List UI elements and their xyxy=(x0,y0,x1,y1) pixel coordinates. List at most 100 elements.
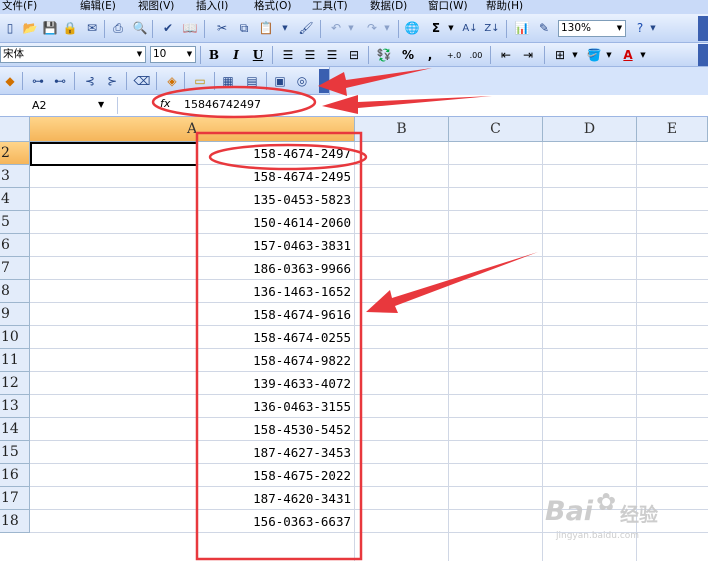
cell-a-value[interactable]: 157-0463-3831 xyxy=(198,234,353,257)
cell-a-value[interactable]: 150-4614-2060 xyxy=(198,211,353,234)
save-icon[interactable]: 💾 xyxy=(40,18,60,38)
align-right-icon[interactable]: ☰ xyxy=(322,45,342,65)
align-left-icon[interactable]: ☰ xyxy=(278,45,298,65)
active-cell-a2[interactable] xyxy=(30,142,198,166)
help-icon[interactable]: ? xyxy=(630,18,650,38)
insert-function-icon[interactable]: fx xyxy=(160,97,170,110)
remove-dependent-arrows-icon[interactable]: ⊱ xyxy=(102,71,122,91)
menu-format[interactable]: 格式(O) xyxy=(254,0,291,13)
chevron-down-icon[interactable]: ▼ xyxy=(134,47,145,62)
row-header[interactable]: 16 xyxy=(0,464,30,487)
menu-tools[interactable]: 工具(T) xyxy=(312,0,348,13)
cell-a-value[interactable]: 187-4627-3453 xyxy=(198,441,353,464)
row-header[interactable]: 15 xyxy=(0,441,30,464)
research-icon[interactable]: 📖 xyxy=(180,18,200,38)
merge-center-icon[interactable]: ⊟ xyxy=(344,45,364,65)
trace-error-icon[interactable]: ◈ xyxy=(162,71,182,91)
borders-dropdown-icon[interactable]: ▼ xyxy=(570,45,580,65)
new-comment-icon[interactable]: ▭ xyxy=(190,71,210,91)
row-header[interactable]: 6 xyxy=(0,234,30,257)
cell-a-value[interactable]: 158-4675-2022 xyxy=(198,464,353,487)
currency-icon[interactable]: 💱 xyxy=(374,45,394,65)
row-header[interactable]: 11 xyxy=(0,349,30,372)
font-size-select[interactable]: 10 ▼ xyxy=(150,46,196,63)
row-header[interactable]: 9 xyxy=(0,303,30,326)
cell-a-value[interactable]: 187-4620-3431 xyxy=(198,487,353,510)
paste-dropdown-icon[interactable]: ▼ xyxy=(280,18,290,38)
row-header[interactable]: 4 xyxy=(0,188,30,211)
column-header-a[interactable]: A xyxy=(30,117,355,142)
column-header-d[interactable]: D xyxy=(543,117,637,142)
trace-precedents-icon[interactable]: ⊶ xyxy=(28,71,48,91)
column-header-e[interactable]: E xyxy=(637,117,708,142)
new-icon[interactable]: ▯ xyxy=(0,18,20,38)
column-header-c[interactable]: C xyxy=(449,117,543,142)
chart-wizard-icon[interactable]: 📊 xyxy=(512,18,532,38)
cell-a-value[interactable]: 139-4633-4072 xyxy=(198,372,353,395)
chevron-down-icon[interactable]: ▼ xyxy=(98,100,104,109)
italic-button[interactable]: I xyxy=(226,45,246,65)
spelling-icon[interactable]: ✔ xyxy=(158,18,178,38)
open-icon[interactable]: 📂 xyxy=(20,18,40,38)
comma-button[interactable]: , xyxy=(420,45,440,65)
watch-window-icon[interactable]: ▣ xyxy=(270,71,290,91)
column-header-b[interactable]: B xyxy=(355,117,449,142)
autosum-icon[interactable]: Σ xyxy=(426,18,446,38)
decrease-decimal-icon[interactable]: .00 xyxy=(466,45,486,65)
row-header[interactable]: 10 xyxy=(0,326,30,349)
increase-indent-icon[interactable]: ⇥ xyxy=(518,45,538,65)
autosum-dropdown-icon[interactable]: ▼ xyxy=(446,18,456,38)
cell-a-value[interactable]: 158-4674-0255 xyxy=(198,326,353,349)
row-header[interactable]: 2 xyxy=(0,142,30,165)
align-center-icon[interactable]: ☰ xyxy=(300,45,320,65)
print-icon[interactable]: ⎙ xyxy=(108,18,128,38)
row-header[interactable]: 14 xyxy=(0,418,30,441)
paste-icon[interactable]: 📋 xyxy=(256,18,276,38)
remove-all-arrows-icon[interactable]: ⌫ xyxy=(132,71,152,91)
row-header[interactable]: 13 xyxy=(0,395,30,418)
undo-icon[interactable]: ↶ xyxy=(326,18,346,38)
row-header[interactable]: 8 xyxy=(0,280,30,303)
print-preview-icon[interactable]: 🔍 xyxy=(130,18,150,38)
font-name-select[interactable]: 宋体 ▼ xyxy=(0,46,146,63)
cell-a-value[interactable]: 136-1463-1652 xyxy=(198,280,353,303)
menu-edit[interactable]: 编辑(E) xyxy=(80,0,116,13)
bold-button[interactable]: B xyxy=(204,45,224,65)
font-color-icon[interactable]: A xyxy=(618,45,638,65)
cell-a-value[interactable]: 158-4674-9616 xyxy=(198,303,353,326)
row-header[interactable]: 18 xyxy=(0,510,30,533)
percent-button[interactable]: % xyxy=(398,45,418,65)
permission-icon[interactable]: 🔒 xyxy=(60,18,80,38)
menu-file[interactable]: 文件(F) xyxy=(2,0,37,13)
increase-decimal-icon[interactable]: +.0 xyxy=(444,45,464,65)
chevron-down-icon[interactable]: ▼ xyxy=(184,47,195,62)
menu-window[interactable]: 窗口(W) xyxy=(428,0,468,13)
toolbar-options-icon[interactable] xyxy=(319,69,329,93)
row-header[interactable]: 17 xyxy=(0,487,30,510)
menu-view[interactable]: 视图(V) xyxy=(138,0,174,13)
cell-a-value[interactable]: 158-4674-9822 xyxy=(198,349,353,372)
font-color-dropdown-icon[interactable]: ▼ xyxy=(638,45,648,65)
format-painter-icon[interactable]: 🖌 xyxy=(296,18,316,38)
undo-dropdown-icon[interactable]: ▼ xyxy=(346,18,356,38)
toolbar-options-icon[interactable] xyxy=(698,16,708,41)
help-dropdown-icon[interactable]: ▼ xyxy=(648,18,658,38)
circle-invalid-icon[interactable]: ▦ xyxy=(218,71,238,91)
error-check-icon[interactable]: ◆ xyxy=(0,71,20,91)
row-header[interactable]: 7 xyxy=(0,257,30,280)
cell-a-value[interactable]: 158-4674-2497 xyxy=(198,142,353,165)
email-icon[interactable]: ✉ xyxy=(82,18,102,38)
clear-circles-icon[interactable]: ▤ xyxy=(242,71,262,91)
cell-a-value[interactable]: 135-0453-5823 xyxy=(198,188,353,211)
menu-help[interactable]: 帮助(H) xyxy=(486,0,523,13)
fill-color-icon[interactable]: 🪣 xyxy=(584,45,604,65)
hyperlink-icon[interactable]: 🌐 xyxy=(402,18,422,38)
cell-a-value[interactable]: 186-0363-9966 xyxy=(198,257,353,280)
decrease-indent-icon[interactable]: ⇤ xyxy=(496,45,516,65)
select-all-corner[interactable] xyxy=(0,117,30,142)
drawing-icon[interactable]: ✎ xyxy=(534,18,554,38)
toolbar-options-icon[interactable] xyxy=(698,44,708,66)
row-header[interactable]: 12 xyxy=(0,372,30,395)
underline-button[interactable]: U xyxy=(248,45,268,65)
copy-icon[interactable]: ⧉ xyxy=(234,18,254,38)
